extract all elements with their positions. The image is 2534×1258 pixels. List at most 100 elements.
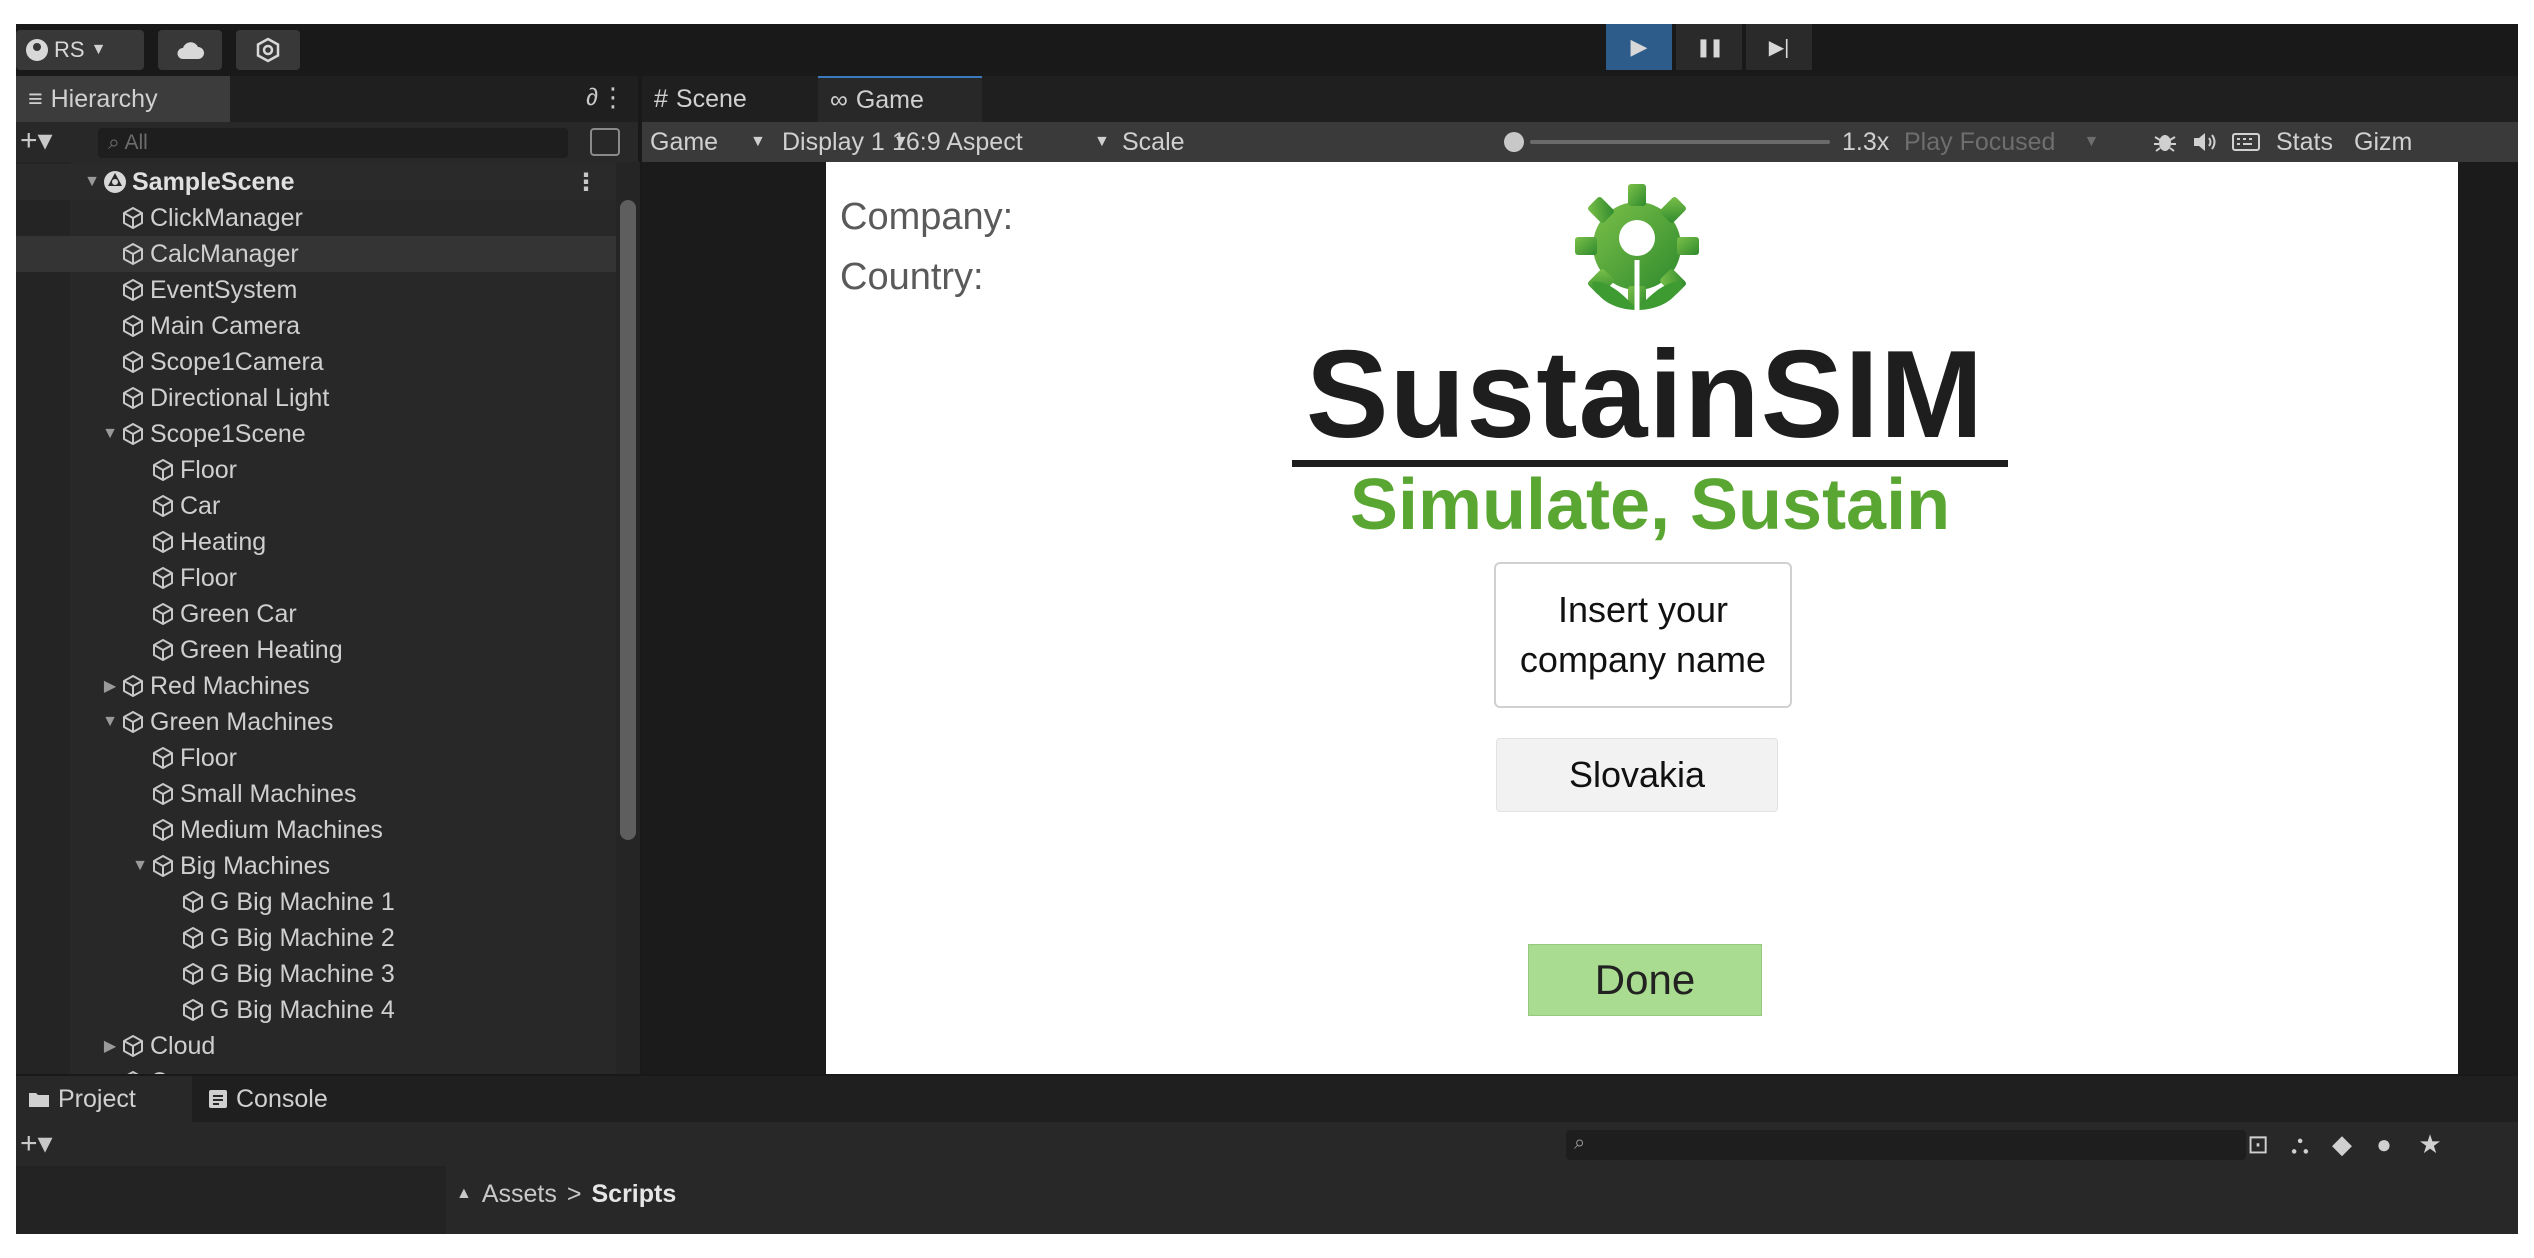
more-options-icon[interactable]: ⋮ — [600, 82, 626, 113]
tab-project[interactable]: Project — [16, 1076, 192, 1122]
hierarchy-item-label: Cloud — [150, 1031, 216, 1060]
hierarchy-tabbar: ≡ Hierarchy ∂ ⋮ — [16, 76, 638, 122]
hierarchy-item[interactable]: Green Car — [16, 596, 616, 632]
tab-scene[interactable]: # Scene — [642, 76, 814, 122]
hierarchy-panel: ≡ Hierarchy ∂ ⋮ +▾ ⌕ All ▼ SampleScene ⋮ Cl… — [16, 76, 640, 1074]
hierarchy-item[interactable]: Small Machines — [16, 776, 616, 812]
project-search-input[interactable]: ⌕ — [1566, 1130, 2246, 1160]
search-by-type-icon[interactable]: ⊡ — [2242, 1128, 2274, 1160]
hierarchy-item[interactable]: ▼ Scope1Scene — [16, 416, 616, 452]
breadcrumb-scripts[interactable]: Scripts — [591, 1180, 676, 1209]
debug-bug-button[interactable] — [2152, 122, 2178, 162]
gameobject-cube-icon — [150, 601, 176, 627]
collapsed-arrow-icon[interactable]: ▶ — [100, 1036, 120, 1056]
gameobject-cube-icon — [120, 205, 146, 231]
hierarchy-item-label: EventSystem — [150, 275, 298, 304]
expanded-arrow-icon[interactable]: ▼ — [82, 173, 102, 191]
project-tabbar: Project Console — [16, 1076, 2518, 1122]
search-options-button[interactable] — [590, 128, 620, 156]
warning-icon[interactable]: ● — [2368, 1128, 2400, 1160]
hierarchy-item[interactable]: ▼ Green Machines — [16, 704, 616, 740]
collab-icon — [256, 37, 280, 63]
hierarchy-item[interactable]: EventSystem — [16, 272, 616, 308]
play-focused-select[interactable]: Play Focused ▼ — [1904, 122, 2099, 162]
hierarchy-item-label: Green Car — [180, 599, 297, 628]
hierarchy-item[interactable]: ▼ Big Machines — [16, 848, 616, 884]
account-button[interactable]: RS ▼ — [16, 30, 144, 70]
hierarchy-item[interactable]: Floor — [16, 560, 616, 596]
hierarchy-item[interactable]: Main Camera — [16, 308, 616, 344]
hierarchy-item-label: Scope1Scene — [150, 419, 306, 448]
favorite-star-icon[interactable]: ★ — [2414, 1128, 2446, 1160]
gizmos-button[interactable]: Gizm — [2354, 122, 2412, 162]
collab-button[interactable] — [236, 30, 300, 70]
hierarchy-item-label: Green Machines — [150, 707, 334, 736]
expanded-arrow-icon[interactable]: ▼ — [100, 713, 120, 731]
breadcrumb-caret-icon: ▲ — [456, 1185, 472, 1202]
lock-icon[interactable]: ∂ — [586, 84, 598, 112]
hierarchy-item[interactable]: ▶ Cloud — [16, 1028, 616, 1064]
stats-button[interactable]: Stats — [2276, 122, 2333, 162]
mute-audio-button[interactable] — [2192, 122, 2218, 162]
collapsed-arrow-icon[interactable]: ▶ — [100, 676, 120, 696]
gameobject-cube-icon — [150, 817, 176, 843]
shortcuts-button[interactable] — [2232, 122, 2260, 162]
add-object-button[interactable]: +▾ — [20, 126, 53, 156]
hierarchy-item[interactable]: ▶ Red Machines — [16, 668, 616, 704]
company-name-input[interactable]: Insert your company name — [1494, 562, 1792, 708]
gameobject-cube-icon — [150, 565, 176, 591]
tab-scene-label: Scene — [675, 84, 747, 113]
gameobject-cube-icon — [120, 241, 146, 267]
gameobject-cube-icon — [180, 997, 206, 1023]
hierarchy-item[interactable]: Medium Machines — [16, 812, 616, 848]
hierarchy-item[interactable]: Floor — [16, 740, 616, 776]
chevron-down-icon: ▼ — [2083, 133, 2100, 150]
display-select[interactable]: Display 1 ▼ — [782, 122, 909, 162]
expanded-arrow-icon[interactable]: ▼ — [100, 425, 120, 443]
hierarchy-item[interactable]: G Big Machine 3 — [16, 956, 616, 992]
list-icon: ≡ — [28, 84, 43, 113]
hierarchy-item[interactable]: Heating — [16, 524, 616, 560]
sustainsim-gear-leaf-logo — [1575, 184, 1699, 310]
hierarchy-item[interactable]: G Big Machine 4 — [16, 992, 616, 1028]
hierarchy-item[interactable]: Green Heating — [16, 632, 616, 668]
scale-slider[interactable] — [1530, 140, 1830, 144]
country-dropdown[interactable]: Slovakia — [1496, 738, 1778, 812]
search-by-label-icon[interactable]: ⛬ — [2284, 1128, 2316, 1160]
game-view-panel: # Scene ∞ Game Game ▼ Display 1 ▼ 16:9 A… — [642, 76, 2518, 1074]
mode-select[interactable]: Game — [650, 122, 718, 162]
hierarchy-item[interactable]: Directional Light — [16, 380, 616, 416]
hierarchy-item[interactable]: Scope1Camera — [16, 344, 616, 380]
hierarchy-scene-row[interactable]: ▼ SampleScene ⋮ — [16, 164, 616, 200]
tab-hierarchy[interactable]: ≡ Hierarchy — [16, 76, 230, 122]
gameobject-cube-icon — [150, 781, 176, 807]
tab-console[interactable]: Console — [196, 1076, 376, 1122]
hierarchy-item-label: Floor — [180, 563, 237, 592]
cloud-button[interactable] — [158, 30, 222, 70]
tag-icon[interactable]: ◆ — [2326, 1128, 2358, 1160]
play-button[interactable]: ▶ — [1606, 24, 1672, 70]
pause-button[interactable]: ❚❚ — [1676, 24, 1742, 70]
breadcrumb-assets[interactable]: Assets — [482, 1180, 557, 1209]
hierarchy-scrollbar-thumb[interactable] — [620, 200, 636, 840]
aspect-select[interactable]: 16:9 Aspect — [892, 122, 1023, 162]
tab-game[interactable]: ∞ Game — [818, 76, 982, 122]
expanded-arrow-icon[interactable]: ▼ — [130, 857, 150, 875]
hierarchy-item[interactable]: G Big Machine 1 — [16, 884, 616, 920]
hierarchy-item[interactable]: ▶Canvas — [16, 1064, 616, 1074]
hierarchy-item[interactable]: ClickManager — [16, 200, 616, 236]
project-panel: Project Console +▾ ⌕ ⊡ ⛬ ◆ ● ★ ▲ Assets … — [16, 1074, 2518, 1234]
create-asset-button[interactable]: +▾ — [20, 1126, 53, 1161]
step-button[interactable]: ▶| — [1746, 24, 1812, 70]
hierarchy-item[interactable]: Car — [16, 488, 616, 524]
hierarchy-item[interactable]: CalcManager — [16, 236, 616, 272]
gameobject-cube-icon — [120, 421, 146, 447]
hierarchy-item[interactable]: Floor — [16, 452, 616, 488]
main-toolbar: RS ▼ ▶ ❚❚ ▶| — [16, 24, 2518, 76]
scale-slider-knob[interactable] — [1504, 132, 1524, 152]
hierarchy-item[interactable]: G Big Machine 2 — [16, 920, 616, 956]
scene-menu-icon[interactable]: ⋮ — [574, 168, 598, 197]
done-button[interactable]: Done — [1528, 944, 1762, 1016]
gameobject-cube-icon — [120, 349, 146, 375]
hierarchy-search-input[interactable]: ⌕ All — [98, 128, 568, 158]
